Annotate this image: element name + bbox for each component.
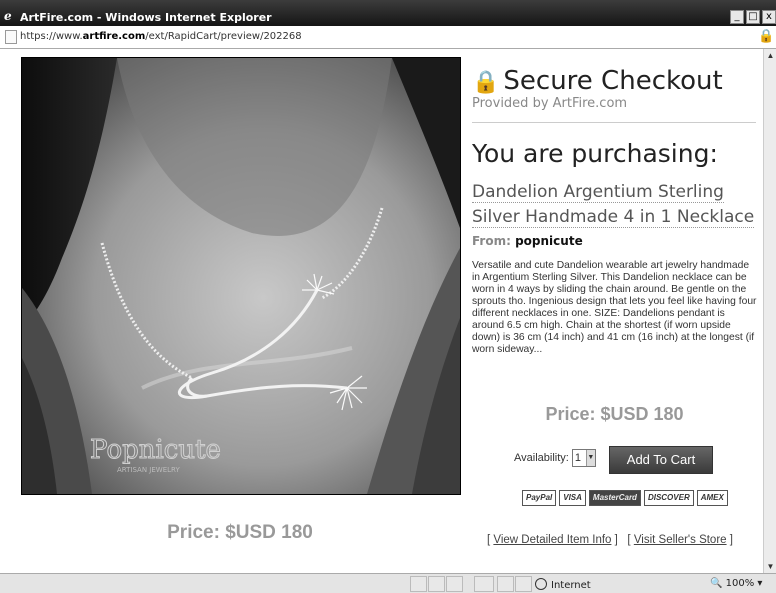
title-bar: e ArtFire.com - Windows Internet Explore…	[0, 0, 776, 26]
product-photo[interactable]: Popnicute ARTISAN JEWELRY	[21, 57, 461, 495]
protected-mode-icon[interactable]	[474, 576, 494, 592]
url-domain: artfire.com	[82, 31, 146, 42]
secure-checkout-heading: 🔒 Secure Checkout	[472, 66, 723, 96]
from-label: From:	[472, 234, 511, 248]
ie-logo-icon: e	[4, 9, 12, 23]
seller-name[interactable]: popnicute	[515, 234, 583, 248]
scroll-up-icon[interactable]: ▲	[764, 49, 776, 62]
visit-store-link[interactable]: Visit Seller's Store	[634, 534, 727, 546]
page-content: Popnicute ARTISAN JEWELRY Price: $USD 18…	[0, 49, 763, 573]
quantity-value: 1	[574, 452, 581, 464]
amex-icon: AMEX	[696, 490, 728, 506]
divider	[472, 122, 756, 123]
status-segment	[446, 576, 463, 592]
address-bar[interactable]: https://www.artfire.com/ext/RapidCart/pr…	[0, 26, 776, 49]
view-details-link[interactable]: View Detailed Item Info	[493, 534, 611, 546]
status-segment	[428, 576, 445, 592]
availability-label: Availability:	[514, 452, 569, 464]
watermark-text: Popnicute	[90, 435, 221, 465]
globe-icon	[535, 578, 547, 590]
watermark-subtext: ARTISAN JEWELRY	[117, 466, 180, 474]
url-prefix: https://www.	[20, 31, 83, 42]
chevron-down-icon: ▼	[585, 450, 595, 466]
padlock-icon: 🔒	[472, 70, 500, 95]
maximize-button[interactable]: □	[746, 10, 760, 24]
status-bar: Internet 🔍 100% ▾	[0, 573, 776, 593]
security-zone[interactable]: Internet	[535, 578, 591, 591]
footer-links: [ View Detailed Item Info ] [ Visit Sell…	[487, 534, 733, 546]
secure-checkout-text: Secure Checkout	[503, 66, 723, 96]
purchasing-heading: You are purchasing:	[472, 139, 718, 168]
price-right: Price: $USD 180	[545, 404, 684, 424]
close-button[interactable]: x	[762, 10, 776, 24]
availability: Availability: 1 ▼	[514, 449, 596, 467]
page-icon	[5, 30, 17, 44]
quantity-select[interactable]: 1 ▼	[571, 449, 596, 467]
mastercard-icon: MasterCard	[588, 490, 641, 506]
product-title-line1: Dandelion Argentium Sterling	[472, 182, 724, 203]
discover-icon: DISCOVER	[643, 490, 694, 506]
paypal-icon: PayPal	[522, 490, 557, 506]
status-segment	[410, 576, 427, 592]
scroll-down-icon[interactable]: ▼	[764, 560, 776, 573]
seller-line: From: popnicute	[472, 234, 583, 248]
necklace-photo-svg: Popnicute ARTISAN JEWELRY	[22, 58, 460, 494]
url-text: https://www.artfire.com/ext/RapidCart/pr…	[20, 31, 302, 42]
status-segment	[515, 576, 532, 592]
visa-icon: VISA	[559, 490, 586, 506]
zone-label: Internet	[551, 580, 591, 591]
zoom-value: 100%	[725, 578, 755, 589]
status-segment	[497, 576, 514, 592]
window-title: ArtFire.com - Windows Internet Explorer	[20, 11, 272, 24]
payment-cards: PayPal VISA MasterCard DISCOVER AMEX	[522, 490, 728, 506]
vertical-scrollbar[interactable]: ▲ ▼	[763, 49, 776, 573]
price-left: Price: $USD 180	[167, 522, 313, 543]
product-description: Versatile and cute Dandelion wearable ar…	[472, 260, 757, 355]
zoom-control[interactable]: 🔍 100% ▾	[710, 578, 762, 589]
product-title-line2: Silver Handmade 4 in 1 Necklace	[472, 207, 755, 228]
minimize-button[interactable]: _	[730, 10, 744, 24]
provided-by: Provided by ArtFire.com	[472, 96, 628, 111]
product-title: Dandelion Argentium Sterling Silver Hand…	[472, 180, 757, 230]
window-controls: _ □ x	[730, 10, 776, 24]
url-path: /ext/RapidCart/preview/202268	[145, 31, 302, 42]
lock-icon[interactable]: 🔒	[758, 29, 774, 43]
add-to-cart-button[interactable]: Add To Cart	[609, 446, 713, 474]
